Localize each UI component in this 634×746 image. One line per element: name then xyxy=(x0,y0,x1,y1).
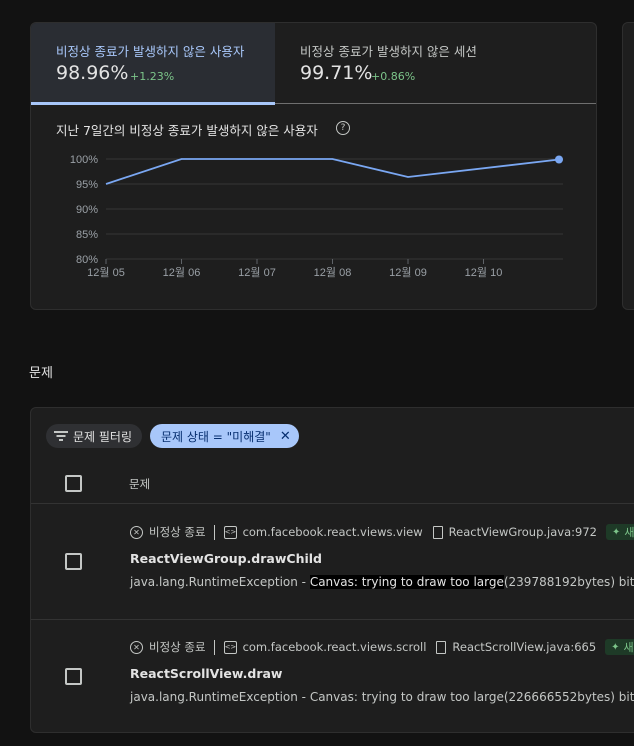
issue-message: java.lang.RuntimeException - Canvas: try… xyxy=(130,575,634,589)
issue-meta: ✕ 비정상 종료 <> com.facebook.react.views.vie… xyxy=(130,524,634,540)
y-tick-label: 100% xyxy=(70,154,98,166)
new-badge: ✦새로운 xyxy=(605,524,634,540)
sparkle-icon: ✦ xyxy=(611,526,621,538)
crash-free-users-line-chart: 100% 95% 90% 85% 80%12월 05 12월 06 12월 07 12월 08… xyxy=(70,154,563,279)
issues-table-header: 문제 xyxy=(31,464,634,504)
close-icon[interactable]: ✕ xyxy=(280,429,291,444)
y-tick-label: 80% xyxy=(76,254,98,266)
issues-card: 문제 필터링 문제 상태 = "미해결" ✕ 문제 ✕ 비정상 종료 <> co… xyxy=(30,407,634,733)
series-line xyxy=(105,158,560,185)
divider xyxy=(213,639,215,655)
issue-file: ReactScrollView.java:665 xyxy=(452,640,597,654)
row-checkbox[interactable] xyxy=(65,668,82,685)
x-tick-label: 12월 05 xyxy=(87,266,125,279)
issue-type: 비정상 종료 xyxy=(149,525,206,539)
issue-type: 비정상 종료 xyxy=(149,640,206,654)
issue-title[interactable]: ReactScrollView.draw xyxy=(130,666,282,681)
filter-button-label: 문제 필터링 xyxy=(73,429,133,444)
filter-issues-button[interactable]: 문제 필터링 xyxy=(46,424,143,448)
issues-section-title: 문제 xyxy=(29,366,53,381)
row-checkbox[interactable] xyxy=(65,553,82,570)
table-row[interactable]: ✕ 비정상 종료 <> com.facebook.react.views.scr… xyxy=(31,620,634,732)
crash-free-metrics-card: 비정상 종료가 발생하지 않은 사용자 98.96% +1.23% 비정상 종료… xyxy=(30,22,597,310)
x-tick-label: 12월 09 xyxy=(389,266,427,279)
issue-status-filter-chip[interactable]: 문제 상태 = "미해결" ✕ xyxy=(150,424,299,448)
x-tick-label: 12월 08 xyxy=(314,266,352,279)
code-icon: <> xyxy=(223,640,237,654)
sparkle-icon: ✦ xyxy=(611,641,620,653)
table-row[interactable]: ✕ 비정상 종료 <> com.facebook.react.views.vie… xyxy=(31,505,634,620)
filter-icon xyxy=(54,431,68,441)
next-card-peek xyxy=(622,22,634,310)
code-icon: <> xyxy=(223,525,237,539)
x-tick-label: 12월 07 xyxy=(238,266,276,279)
x-tick-label: 12월 10 xyxy=(465,266,503,279)
column-header-issue: 문제 xyxy=(129,477,151,491)
issue-message: java.lang.RuntimeException - Canvas: try… xyxy=(130,690,634,704)
file-icon xyxy=(432,525,443,539)
crash-icon: ✕ xyxy=(130,525,143,539)
data-point xyxy=(555,155,563,164)
issue-meta: ✕ 비정상 종료 <> com.facebook.react.views.scr… xyxy=(130,639,634,655)
y-tick-label: 85% xyxy=(76,229,98,241)
highlighted-text: Canvas: trying to draw too large xyxy=(309,575,504,589)
y-tick-label: 95% xyxy=(76,179,98,191)
issue-title[interactable]: ReactViewGroup.drawChild xyxy=(130,551,322,566)
select-all-checkbox[interactable] xyxy=(65,475,82,492)
y-tick-label: 90% xyxy=(76,204,98,216)
file-icon xyxy=(436,640,447,654)
chip-label: 문제 상태 = "미해결" xyxy=(161,429,271,444)
divider xyxy=(213,524,215,540)
crash-icon: ✕ xyxy=(130,640,143,654)
issue-file: ReactViewGroup.java:972 xyxy=(448,525,597,539)
new-badge: ✦새로운 xyxy=(605,639,634,655)
issue-package: com.facebook.react.views.scroll xyxy=(242,640,427,654)
x-tick-label: 12월 06 xyxy=(163,266,201,279)
issue-package: com.facebook.react.views.view xyxy=(242,525,423,539)
